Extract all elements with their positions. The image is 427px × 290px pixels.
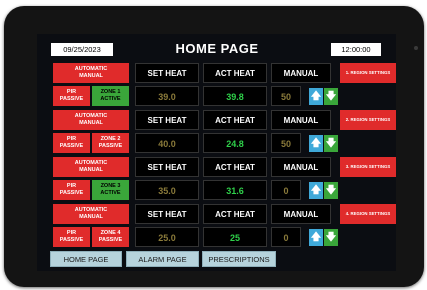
auto-label: AUTOMATIC	[74, 160, 108, 166]
manual-label: MANUAL	[79, 73, 103, 79]
manual-value[interactable]: 50	[271, 86, 301, 106]
zone-state-label: ACTIVE	[100, 96, 121, 102]
set-heat-header: SET HEAT	[135, 204, 199, 224]
zone-state-label: ACTIVE	[100, 190, 121, 196]
set-heat-value[interactable]: 40.0	[135, 133, 199, 153]
prescriptions-button[interactable]: PRESCRIPTIONS	[202, 251, 276, 267]
region-settings-button[interactable]: 2. REGION SETTINGS	[340, 110, 396, 130]
hmi-screen: 09/25/2023 HOME PAGE 12:00:00 AUTOMATIC …	[37, 34, 396, 271]
zone-panel-4: AUTOMATIC MANUAL SET HEAT ACT HEAT MANUA…	[53, 204, 396, 247]
auto-label: AUTOMATIC	[74, 66, 108, 72]
zone-panel-1: AUTOMATIC MANUAL SET HEAT ACT HEAT MANUA…	[53, 63, 396, 106]
arrow-up-icon[interactable]: 🡅	[309, 229, 323, 246]
zone-label: ZONE 3	[100, 183, 121, 189]
manual-label: MANUAL	[79, 120, 103, 126]
zone-panel-3: AUTOMATIC MANUAL SET HEAT ACT HEAT MANUA…	[53, 157, 396, 200]
manual-header: MANUAL	[271, 63, 331, 83]
act-heat-value: 25	[203, 227, 267, 247]
manual-label: MANUAL	[79, 167, 103, 173]
pir-state-label: PASSIVE	[59, 143, 84, 149]
pir-passive-button[interactable]: PIR PASSIVE	[53, 227, 90, 247]
set-heat-header: SET HEAT	[135, 157, 199, 177]
zone-label: ZONE 2	[100, 136, 121, 142]
arrow-up-icon[interactable]: 🡅	[309, 182, 323, 199]
pir-passive-button[interactable]: PIR PASSIVE	[53, 133, 90, 153]
tablet-frame: 09/25/2023 HOME PAGE 12:00:00 AUTOMATIC …	[4, 6, 424, 287]
region-settings-button[interactable]: 4. REGION SETTINGS	[340, 204, 396, 224]
zone-status-button[interactable]: ZONE 2 PASSIVE	[92, 133, 129, 153]
manual-header: MANUAL	[271, 110, 331, 130]
page-title: HOME PAGE	[175, 41, 259, 56]
zone-state-label: PASSIVE	[98, 237, 123, 243]
zone-label: ZONE 4	[100, 230, 121, 236]
zone-status-button[interactable]: ZONE 1 ACTIVE	[92, 86, 129, 106]
pir-label: PIR	[66, 136, 77, 142]
zone-panel-2: AUTOMATIC MANUAL SET HEAT ACT HEAT MANUA…	[53, 110, 396, 153]
arrow-down-icon[interactable]: 🡇	[324, 229, 338, 246]
arrow-down-icon[interactable]: 🡇	[324, 135, 338, 152]
pir-label: PIR	[66, 230, 77, 236]
auto-label: AUTOMATIC	[74, 113, 108, 119]
camera-dot	[414, 46, 418, 50]
zone-status-button[interactable]: ZONE 3 ACTIVE	[92, 180, 129, 200]
manual-value[interactable]: 0	[271, 180, 301, 200]
manual-header: MANUAL	[271, 204, 331, 224]
automatic-manual-button[interactable]: AUTOMATIC MANUAL	[53, 204, 129, 224]
manual-header: MANUAL	[271, 157, 331, 177]
home-page-button[interactable]: HOME PAGE	[50, 251, 122, 267]
region-settings-button[interactable]: 3. REGION SETTINGS	[340, 157, 396, 177]
arrow-down-icon[interactable]: 🡇	[324, 88, 338, 105]
act-heat-header: ACT HEAT	[203, 204, 267, 224]
manual-value[interactable]: 50	[271, 133, 301, 153]
automatic-manual-button[interactable]: AUTOMATIC MANUAL	[53, 157, 129, 177]
zone-state-label: PASSIVE	[98, 143, 123, 149]
pir-state-label: PASSIVE	[59, 96, 84, 102]
arrow-down-icon[interactable]: 🡇	[324, 182, 338, 199]
region-settings-button[interactable]: 1. REGION SETTINGS	[340, 63, 396, 83]
set-heat-header: SET HEAT	[135, 110, 199, 130]
manual-label: MANUAL	[79, 214, 103, 220]
zone-label: ZONE 1	[100, 89, 121, 95]
pir-label: PIR	[66, 89, 77, 95]
automatic-manual-button[interactable]: AUTOMATIC MANUAL	[53, 63, 129, 83]
date-display: 09/25/2023	[51, 43, 113, 56]
zone-status-button[interactable]: ZONE 4 PASSIVE	[92, 227, 129, 247]
act-heat-header: ACT HEAT	[203, 110, 267, 130]
set-heat-value[interactable]: 25.0	[135, 227, 199, 247]
pir-state-label: PASSIVE	[59, 237, 84, 243]
arrow-up-icon[interactable]: 🡅	[309, 88, 323, 105]
automatic-manual-button[interactable]: AUTOMATIC MANUAL	[53, 110, 129, 130]
act-heat-header: ACT HEAT	[203, 157, 267, 177]
pir-state-label: PASSIVE	[59, 190, 84, 196]
auto-label: AUTOMATIC	[74, 207, 108, 213]
pir-label: PIR	[66, 183, 77, 189]
act-heat-value: 24.8	[203, 133, 267, 153]
alarm-page-button[interactable]: ALARM PAGE	[126, 251, 199, 267]
act-heat-value: 31.6	[203, 180, 267, 200]
pir-passive-button[interactable]: PIR PASSIVE	[53, 180, 90, 200]
manual-value[interactable]: 0	[271, 227, 301, 247]
time-display: 12:00:00	[331, 43, 381, 56]
set-heat-header: SET HEAT	[135, 63, 199, 83]
act-heat-value: 39.8	[203, 86, 267, 106]
act-heat-header: ACT HEAT	[203, 63, 267, 83]
pir-passive-button[interactable]: PIR PASSIVE	[53, 86, 90, 106]
set-heat-value[interactable]: 39.0	[135, 86, 199, 106]
arrow-up-icon[interactable]: 🡅	[309, 135, 323, 152]
set-heat-value[interactable]: 35.0	[135, 180, 199, 200]
